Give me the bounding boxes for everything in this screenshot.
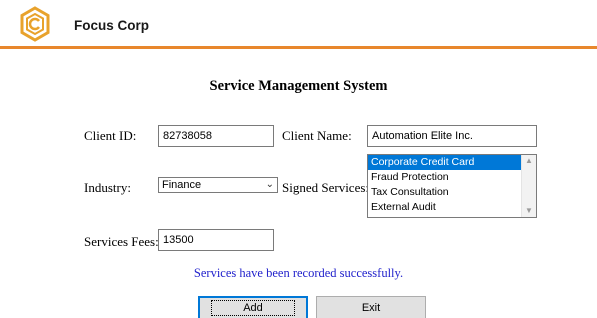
status-message: Services have been recorded successfully…: [193, 266, 404, 280]
client-id-input[interactable]: 82738058: [158, 125, 274, 147]
service-item-corporate-credit-card[interactable]: Corporate Credit Card: [368, 155, 521, 170]
industry-select[interactable]: Finance ⌄: [158, 177, 278, 193]
header-divider: [0, 46, 597, 49]
client-id-label: Client ID:: [84, 128, 137, 143]
exit-button[interactable]: Exit: [316, 296, 426, 318]
client-name-label: Client Name:: [282, 128, 352, 143]
industry-selected-value: Finance: [162, 179, 202, 191]
signed-services-label: Signed Services:: [282, 180, 370, 195]
client-name-input[interactable]: Automation Elite Inc.: [367, 125, 537, 147]
app-header: Focus Corp: [0, 0, 597, 48]
add-button-label: Add: [211, 300, 295, 316]
add-button[interactable]: Add: [198, 296, 308, 318]
industry-label: Industry:: [84, 180, 131, 195]
form-title: Service Management System: [209, 78, 388, 94]
service-item-fraud-protection[interactable]: Fraud Protection: [368, 170, 521, 185]
scroll-up-icon[interactable]: ▲: [522, 155, 536, 167]
chevron-down-icon[interactable]: ⌄: [266, 178, 274, 192]
signed-services-listbox[interactable]: Corporate Credit Card Fraud Protection T…: [367, 154, 537, 218]
service-item-external-audit[interactable]: External Audit: [368, 200, 521, 215]
service-item-tax-consultation[interactable]: Tax Consultation: [368, 185, 521, 200]
services-fees-label: Services Fees:: [84, 234, 159, 249]
company-name: Focus Corp: [74, 18, 150, 33]
listbox-scrollbar[interactable]: ▲ ▼: [521, 155, 536, 217]
scroll-down-icon[interactable]: ▼: [522, 205, 536, 217]
hexagon-c-logo-icon: [20, 6, 50, 42]
services-fees-input[interactable]: 13500: [158, 229, 274, 251]
